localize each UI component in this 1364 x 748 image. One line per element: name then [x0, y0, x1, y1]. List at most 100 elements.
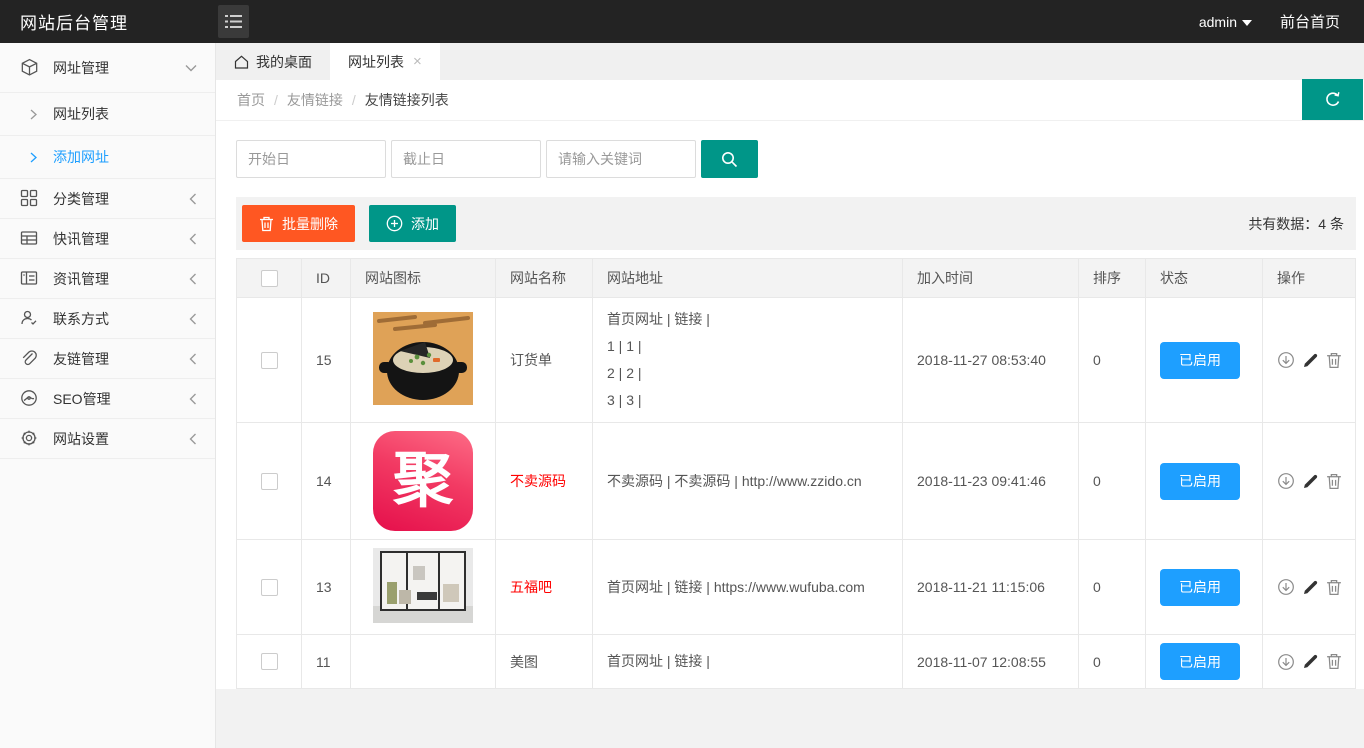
filter-bar [236, 121, 1356, 197]
sidebar-item-add-url[interactable]: 添加网址 [0, 136, 215, 179]
edit-pencil-icon[interactable] [1302, 352, 1319, 369]
site-icon-image [373, 548, 473, 623]
batch-delete-button[interactable]: 批量删除 [242, 205, 355, 242]
col-header-site-address: 网站地址 [593, 259, 903, 298]
sidebar-item-info-manage[interactable]: 资讯管理 [0, 259, 215, 299]
delete-trash-icon[interactable] [1326, 653, 1342, 670]
refresh-button[interactable] [1302, 79, 1363, 120]
refresh-icon [1323, 90, 1343, 110]
join-time: 2018-11-07 12:08:55 [903, 635, 1079, 689]
site-address: 首页网址 | 链接 |1 | 1 |2 | 2 |3 | 3 | [593, 298, 903, 423]
app-title: 网站后台管理 [0, 9, 216, 34]
add-label: 添加 [411, 214, 439, 234]
sidebar-item-friend-links[interactable]: 友链管理 [0, 339, 215, 379]
total-count-text: 共有数据：4 条 [1248, 214, 1344, 234]
site-address: 不卖源码 | 不卖源码 | http://www.zzido.cn [593, 423, 903, 540]
batch-delete-label: 批量删除 [282, 214, 338, 234]
home-icon [234, 55, 249, 69]
chevron-down-icon [185, 64, 197, 72]
site-address: 首页网址 | 链接 | https://www.wufuba.com [593, 540, 903, 635]
links-table: ID 网站图标 网站名称 网站地址 加入时间 排序 状态 操作 15 订货单 首… [236, 258, 1356, 689]
status-enabled-button[interactable]: 已启用 [1160, 463, 1240, 500]
row-checkbox[interactable] [261, 352, 278, 369]
sidebar: 网址管理 网址列表 添加网址 分类管理 [0, 43, 216, 748]
table-row: 14 聚 不卖源码 不卖源码 | 不卖源码 | http://www.zzido… [237, 423, 1356, 540]
tab-url-list[interactable]: 网址列表 × [330, 43, 440, 80]
keyword-input[interactable] [546, 140, 696, 178]
content-card: 首页 / 友情链接 / 友情链接列表 [216, 80, 1364, 689]
sidebar-item-news-flash-manage[interactable]: 快讯管理 [0, 219, 215, 259]
table-row: 15 订货单 首页网址 | 链接 |1 | 1 |2 | 2 |3 | 3 | … [237, 298, 1356, 423]
tab-bar: 我的桌面 网址列表 × [216, 43, 1364, 80]
site-name: 订货单 [496, 298, 593, 423]
delete-trash-icon[interactable] [1326, 579, 1342, 596]
edit-pencil-icon[interactable] [1302, 579, 1319, 596]
chevron-left-icon [189, 313, 197, 325]
site-icon-image: 聚 [373, 431, 473, 531]
table-body: 15 订货单 首页网址 | 链接 |1 | 1 |2 | 2 |3 | 3 | … [237, 298, 1356, 689]
select-all-checkbox[interactable] [261, 270, 278, 287]
edit-pencil-icon[interactable] [1302, 653, 1319, 670]
download-circle-icon[interactable] [1277, 351, 1295, 369]
top-bar: 网站后台管理 admin 前台首页 [0, 0, 1364, 43]
row-checkbox[interactable] [261, 653, 278, 670]
list-menu-icon [225, 14, 242, 29]
sort-value: 0 [1079, 635, 1146, 689]
join-time: 2018-11-23 09:41:46 [903, 423, 1079, 540]
status-enabled-button[interactable]: 已启用 [1160, 569, 1240, 606]
table-icon [20, 229, 39, 248]
sidebar-item-contact[interactable]: 联系方式 [0, 299, 215, 339]
delete-trash-icon[interactable] [1326, 352, 1342, 369]
download-circle-icon[interactable] [1277, 653, 1295, 671]
user-dropdown[interactable]: admin [1199, 14, 1252, 30]
chevron-left-icon [189, 353, 197, 365]
site-address: 首页网址 | 链接 | [593, 635, 903, 689]
row-checkbox[interactable] [261, 473, 278, 490]
sidebar-toggle-button[interactable] [218, 5, 249, 38]
paperclip-icon [20, 349, 39, 368]
sort-value: 0 [1079, 423, 1146, 540]
join-time: 2018-11-27 08:53:40 [903, 298, 1079, 423]
sidebar-item-seo-manage[interactable]: SEO管理 [0, 379, 215, 419]
delete-trash-icon[interactable] [1326, 473, 1342, 490]
sidebar-item-label: SEO管理 [53, 389, 189, 409]
search-button[interactable] [701, 140, 758, 178]
sidebar-item-url-manage[interactable]: 网址管理 [0, 43, 215, 93]
sidebar-item-url-list[interactable]: 网址列表 [0, 93, 215, 136]
trash-icon [259, 216, 274, 232]
breadcrumb-separator: / [274, 92, 278, 108]
breadcrumb-home[interactable]: 首页 [237, 90, 265, 110]
site-name: 美图 [496, 635, 593, 689]
tab-label: 我的桌面 [256, 52, 312, 72]
download-circle-icon[interactable] [1277, 578, 1295, 596]
start-date-input[interactable] [236, 140, 386, 178]
sidebar-subitem-label: 添加网址 [53, 147, 109, 167]
close-icon[interactable]: × [413, 53, 422, 70]
cube-icon [20, 58, 39, 77]
globe-icon [20, 389, 39, 408]
end-date-input[interactable] [391, 140, 541, 178]
status-enabled-button[interactable]: 已启用 [1160, 342, 1240, 379]
site-name: 不卖源码 [496, 423, 593, 540]
tab-my-desktop[interactable]: 我的桌面 [216, 43, 330, 80]
col-header-status: 状态 [1146, 259, 1263, 298]
col-header-site-name: 网站名称 [496, 259, 593, 298]
row-checkbox[interactable] [261, 579, 278, 596]
grid-icon [20, 189, 39, 208]
sidebar-item-site-settings[interactable]: 网站设置 [0, 419, 215, 459]
row-id: 13 [302, 540, 351, 635]
edit-pencil-icon[interactable] [1302, 473, 1319, 490]
site-name: 五福吧 [496, 540, 593, 635]
download-circle-icon[interactable] [1277, 472, 1295, 490]
chevron-left-icon [189, 433, 197, 445]
status-enabled-button[interactable]: 已启用 [1160, 643, 1240, 680]
col-header-join-time: 加入时间 [903, 259, 1079, 298]
contact-person-icon [20, 309, 39, 328]
news-icon [20, 269, 39, 288]
breadcrumb-friend-links[interactable]: 友情链接 [287, 90, 343, 110]
front-site-link[interactable]: 前台首页 [1280, 11, 1340, 32]
sidebar-item-category-manage[interactable]: 分类管理 [0, 179, 215, 219]
add-button[interactable]: 添加 [369, 205, 456, 242]
breadcrumb-current: 友情链接列表 [365, 90, 449, 110]
row-id: 14 [302, 423, 351, 540]
